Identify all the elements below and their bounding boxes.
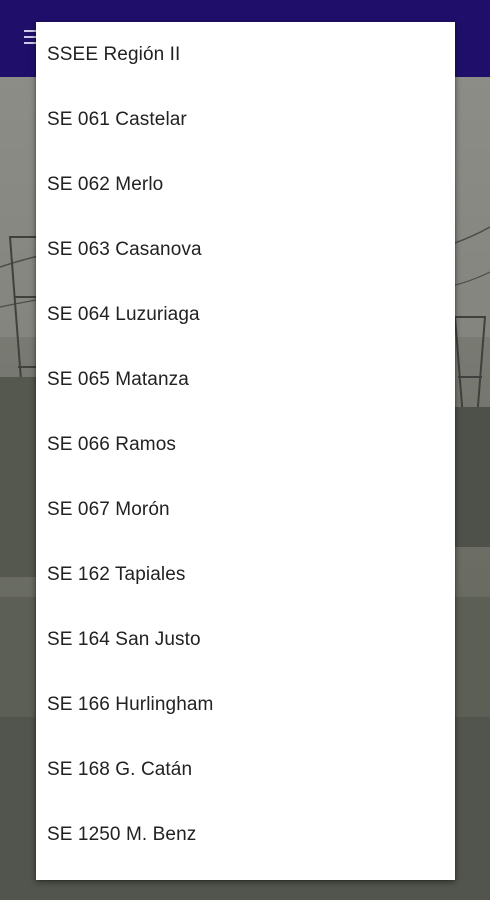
dropdown-item[interactable]: SE 066 Ramos bbox=[36, 412, 455, 477]
dropdown-item[interactable]: SE 168 G. Catán bbox=[36, 737, 455, 802]
dropdown-item[interactable]: SE 162 Tapiales bbox=[36, 542, 455, 607]
dropdown-item[interactable]: SSEE Región II bbox=[36, 22, 455, 87]
dropdown-item[interactable]: SE 062 Merlo bbox=[36, 152, 455, 217]
dropdown-item[interactable]: SE 061 Castelar bbox=[36, 87, 455, 152]
substation-dropdown-list[interactable]: SSEE Región II SE 061 Castelar SE 062 Me… bbox=[36, 22, 455, 880]
dropdown-item[interactable]: SE 065 Matanza bbox=[36, 347, 455, 412]
screen: SSEE Región II SE 061 Castelar SE 062 Me… bbox=[0, 0, 490, 900]
dropdown-item[interactable]: SE 166 Hurlingham bbox=[36, 672, 455, 737]
dropdown-item[interactable]: SE 063 Casanova bbox=[36, 217, 455, 282]
dropdown-item[interactable]: SE 1250 M. Benz bbox=[36, 802, 455, 867]
dropdown-item[interactable]: SE 067 Morón bbox=[36, 477, 455, 542]
dropdown-item[interactable]: SE 064 Luzuriaga bbox=[36, 282, 455, 347]
dropdown-item[interactable]: SE 164 San Justo bbox=[36, 607, 455, 672]
